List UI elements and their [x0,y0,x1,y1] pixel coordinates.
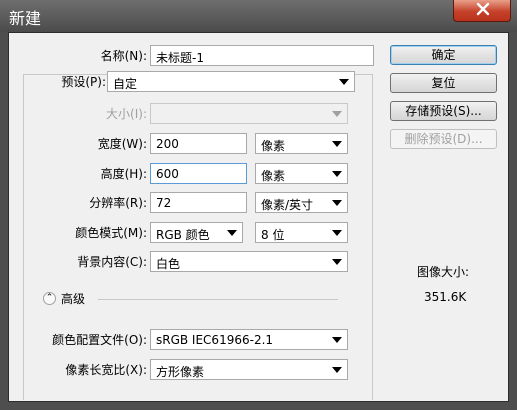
color-profile-value: sRGB IEC61966-2.1 [156,333,274,347]
chevron-down-icon [332,111,342,117]
resolution-input[interactable]: 72 [150,192,247,213]
width-unit-value: 像素 [261,139,286,153]
image-size-value: 351.6K [424,290,467,304]
chevron-down-icon [332,337,342,343]
background-select[interactable]: 白色 [150,251,348,272]
chevron-down-icon [332,171,342,177]
pixel-aspect-label: 像素长宽比(X): [65,363,147,377]
name-input[interactable]: 未标题-1 [150,45,374,66]
chevron-up-icon: ⌃ [45,293,54,303]
color-profile-label: 颜色配置文件(O): [52,333,147,347]
height-label: 高度(H): [100,167,147,181]
dialog-body: 名称(N): 未标题-1 预设(P): 自定 大小(I): 宽度(W): 200… [8,32,509,402]
preset-select[interactable]: 自定 [107,71,355,92]
bit-depth-value: 8 位 [261,228,285,242]
save-preset-button[interactable]: 存储预设(S)... [390,101,497,121]
resolution-label: 分辨率(R): [89,196,147,210]
resolution-unit-select[interactable]: 像素/英寸 [255,192,348,213]
advanced-divider [98,299,338,300]
background-label: 背景内容(C): [77,255,147,269]
height-unit-value: 像素 [261,169,286,183]
reset-button[interactable]: 复位 [390,73,497,93]
preset-label: 预设(P): [36,75,108,89]
size-select[interactable] [150,103,348,124]
ok-button[interactable]: 确定 [390,45,497,65]
width-label: 宽度(W): [97,137,147,151]
advanced-toggle[interactable]: ⌃ [43,292,56,305]
title-bar[interactable]: 新建 [0,0,517,32]
width-unit-select[interactable]: 像素 [255,133,348,154]
height-unit-select[interactable]: 像素 [255,163,348,184]
chevron-down-icon [332,200,342,206]
chevron-down-icon [332,259,342,265]
image-size-label: 图像大小: [417,265,470,279]
chevron-down-icon [332,141,342,147]
background-value: 白色 [156,257,181,271]
color-mode-select[interactable]: RGB 颜色 [150,222,243,243]
color-profile-select[interactable]: sRGB IEC61966-2.1 [150,329,348,350]
name-label: 名称(N): [100,49,147,63]
height-input[interactable]: 600 [150,163,247,184]
close-icon [476,2,490,16]
advanced-label: 高级 [61,292,86,306]
resolution-unit-value: 像素/英寸 [261,198,314,212]
chevron-down-icon [339,79,349,85]
color-mode-value: RGB 颜色 [156,228,210,242]
pixel-aspect-select[interactable]: 方形像素 [150,359,348,380]
close-button[interactable] [453,0,511,22]
preset-select-value: 自定 [113,77,138,91]
window-title: 新建 [9,9,42,28]
color-mode-label: 颜色模式(M): [75,226,147,240]
bit-depth-select[interactable]: 8 位 [255,222,348,243]
width-input[interactable]: 200 [150,133,247,154]
chevron-down-icon [332,367,342,373]
chevron-down-icon [227,230,237,236]
size-label: 大小(I): [106,107,147,121]
chevron-down-icon [332,230,342,236]
pixel-aspect-value: 方形像素 [156,365,205,379]
delete-preset-button[interactable]: 删除预设(D)... [390,129,497,149]
